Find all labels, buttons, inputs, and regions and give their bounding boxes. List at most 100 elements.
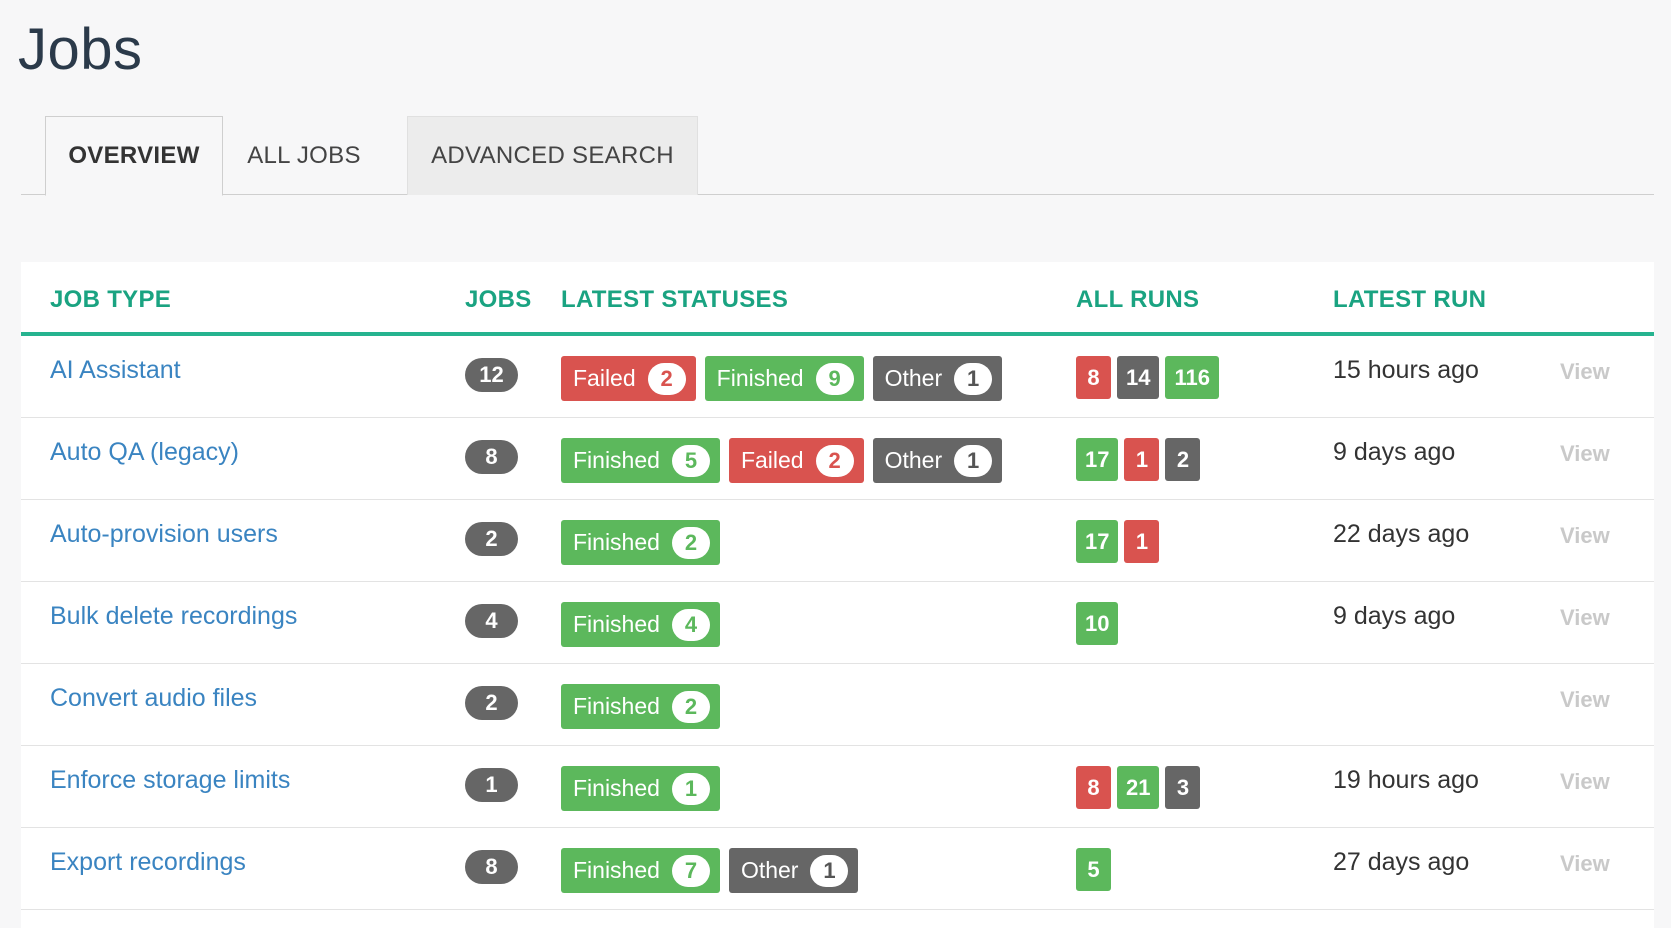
status-label: Finished (573, 857, 660, 883)
status-pill-failed[interactable]: Failed 2 (561, 356, 696, 401)
latest-run-time: 27 days ago (1333, 848, 1470, 876)
status-pill-other[interactable]: Other 1 (728, 848, 859, 893)
jobs-count-badge: 8 (465, 440, 518, 474)
run-count-badge: 21 (1117, 766, 1160, 809)
job-type-link[interactable]: Bulk delete recordings (50, 602, 297, 631)
status-pill-finished[interactable]: Finished 9 (704, 356, 864, 401)
table-row: Bulk delete recordings 4 Finished 4 10 9 days… (21, 582, 1654, 664)
tab-overview[interactable]: OVERVIEW (45, 116, 223, 196)
run-count-badge: 8 (1076, 356, 1111, 399)
jobs-count-badge: 8 (465, 850, 518, 884)
status-pill-finished[interactable]: Finished 5 (561, 438, 720, 483)
status-label: Finished (716, 365, 804, 391)
run-count-badge: 3 (1165, 766, 1201, 809)
status-count: 2 (815, 444, 854, 477)
run-count-badge: 17 (1076, 438, 1119, 481)
status-label: Other (884, 447, 943, 473)
jobs-count-badge: 2 (465, 522, 518, 556)
table-row: Auto QA (legacy) 8 Finished 5 Failed 2 Other 1 1… (21, 418, 1654, 500)
status-count: 5 (671, 444, 710, 477)
job-type-link[interactable]: Auto-provision users (50, 520, 278, 549)
status-pill-finished[interactable]: Finished 4 (561, 602, 720, 647)
table-body: AI Assistant 12 Failed 2 Finished 9 Other 1 8 14 1… (21, 336, 1654, 910)
header-latest-statuses: LATEST STATUSES (561, 286, 789, 313)
page-title: Jobs (18, 17, 143, 82)
job-type-link[interactable]: AI Assistant (50, 356, 181, 385)
all-runs: 8 21 3 (1076, 766, 1201, 809)
latest-run-time: 22 days ago (1333, 520, 1470, 548)
latest-statuses: Finished 4 (561, 602, 720, 647)
status-count: 1 (671, 772, 710, 805)
latest-run-time: 19 hours ago (1333, 766, 1479, 794)
run-count-badge: 1 (1124, 438, 1160, 481)
latest-statuses: Finished 1 (561, 766, 720, 811)
status-label: Finished (573, 611, 660, 637)
run-count-badge: 14 (1117, 356, 1160, 399)
status-count: 9 (815, 362, 854, 395)
view-link[interactable]: View (1560, 359, 1610, 385)
jobs-count-badge: 4 (465, 604, 518, 638)
view-link[interactable]: View (1560, 605, 1610, 631)
status-label: Finished (573, 529, 660, 555)
run-count-badge: 116 (1165, 356, 1219, 399)
status-count: 1 (810, 854, 849, 887)
job-type-link[interactable]: Auto QA (legacy) (50, 438, 239, 467)
jobs-table: JOB TYPE JOBS LATEST STATUSES ALL RUNS L… (21, 262, 1654, 928)
table-row: Convert audio files 2 Finished 2 View (21, 664, 1654, 746)
table-row: Enforce storage limits 1 Finished 1 8 21 3 19 h… (21, 746, 1654, 828)
latest-run-time: 9 days ago (1333, 602, 1456, 630)
header-jobs: JOBS (465, 286, 532, 313)
status-label: Finished (573, 693, 660, 719)
status-label: Finished (573, 775, 660, 801)
status-pill-finished[interactable]: Finished 1 (561, 766, 720, 811)
latest-statuses: Finished 2 (561, 520, 720, 565)
run-count-badge: 8 (1076, 766, 1111, 809)
status-count: 2 (671, 690, 710, 723)
view-link[interactable]: View (1560, 687, 1610, 713)
status-pill-failed[interactable]: Failed 2 (728, 438, 864, 483)
view-link[interactable]: View (1560, 851, 1610, 877)
latest-statuses: Finished 2 (561, 684, 720, 729)
tab-advanced-search[interactable]: ADVANCED SEARCH (407, 116, 698, 195)
table-row: AI Assistant 12 Failed 2 Finished 9 Other 1 8 14 1… (21, 336, 1654, 418)
jobs-count-badge: 1 (465, 768, 518, 802)
table-row: Export recordings 8 Finished 7 Other 1 5 27 day… (21, 828, 1654, 910)
latest-run-time: 15 hours ago (1333, 356, 1479, 384)
status-count: 1 (954, 362, 993, 395)
jobs-count-badge: 2 (465, 686, 518, 720)
status-pill-other[interactable]: Other 1 (872, 356, 1003, 401)
table-header: JOB TYPE JOBS LATEST STATUSES ALL RUNS L… (21, 262, 1654, 336)
status-label: Other (740, 857, 799, 883)
job-type-link[interactable]: Export recordings (50, 848, 246, 877)
status-pill-finished[interactable]: Finished 2 (561, 684, 720, 729)
latest-run-time: 9 days ago (1333, 438, 1456, 466)
view-link[interactable]: View (1560, 769, 1610, 795)
all-runs: 5 (1076, 848, 1111, 891)
all-runs: 8 14 116 (1076, 356, 1219, 399)
tab-bar: OVERVIEW ALL JOBS ADVANCED SEARCH (21, 116, 1654, 196)
run-count-badge: 2 (1165, 438, 1201, 481)
header-latest-run: LATEST RUN (1333, 286, 1487, 313)
status-pill-finished[interactable]: Finished 2 (561, 520, 720, 565)
job-type-link[interactable]: Enforce storage limits (50, 766, 290, 795)
tab-all-jobs[interactable]: ALL JOBS (223, 116, 385, 195)
status-label: Finished (573, 447, 660, 473)
run-count-badge: 5 (1076, 848, 1111, 891)
latest-statuses: Finished 7 Other 1 (561, 848, 859, 893)
job-type-link[interactable]: Convert audio files (50, 684, 257, 713)
status-count: 7 (671, 854, 710, 887)
view-link[interactable]: View (1560, 523, 1610, 549)
status-count: 1 (954, 444, 993, 477)
status-pill-other[interactable]: Other 1 (872, 438, 1003, 483)
status-pill-finished[interactable]: Finished 7 (561, 848, 720, 893)
run-count-badge: 1 (1124, 520, 1160, 563)
jobs-count-badge: 12 (465, 358, 518, 392)
latest-statuses: Failed 2 Finished 9 Other 1 (561, 356, 1003, 401)
status-count: 2 (647, 362, 686, 395)
view-link[interactable]: View (1560, 441, 1610, 467)
all-runs: 10 (1076, 602, 1119, 645)
header-job-type: JOB TYPE (50, 286, 172, 313)
all-runs: 17 1 (1076, 520, 1160, 563)
status-label: Other (884, 365, 943, 391)
run-count-badge: 10 (1076, 602, 1119, 645)
